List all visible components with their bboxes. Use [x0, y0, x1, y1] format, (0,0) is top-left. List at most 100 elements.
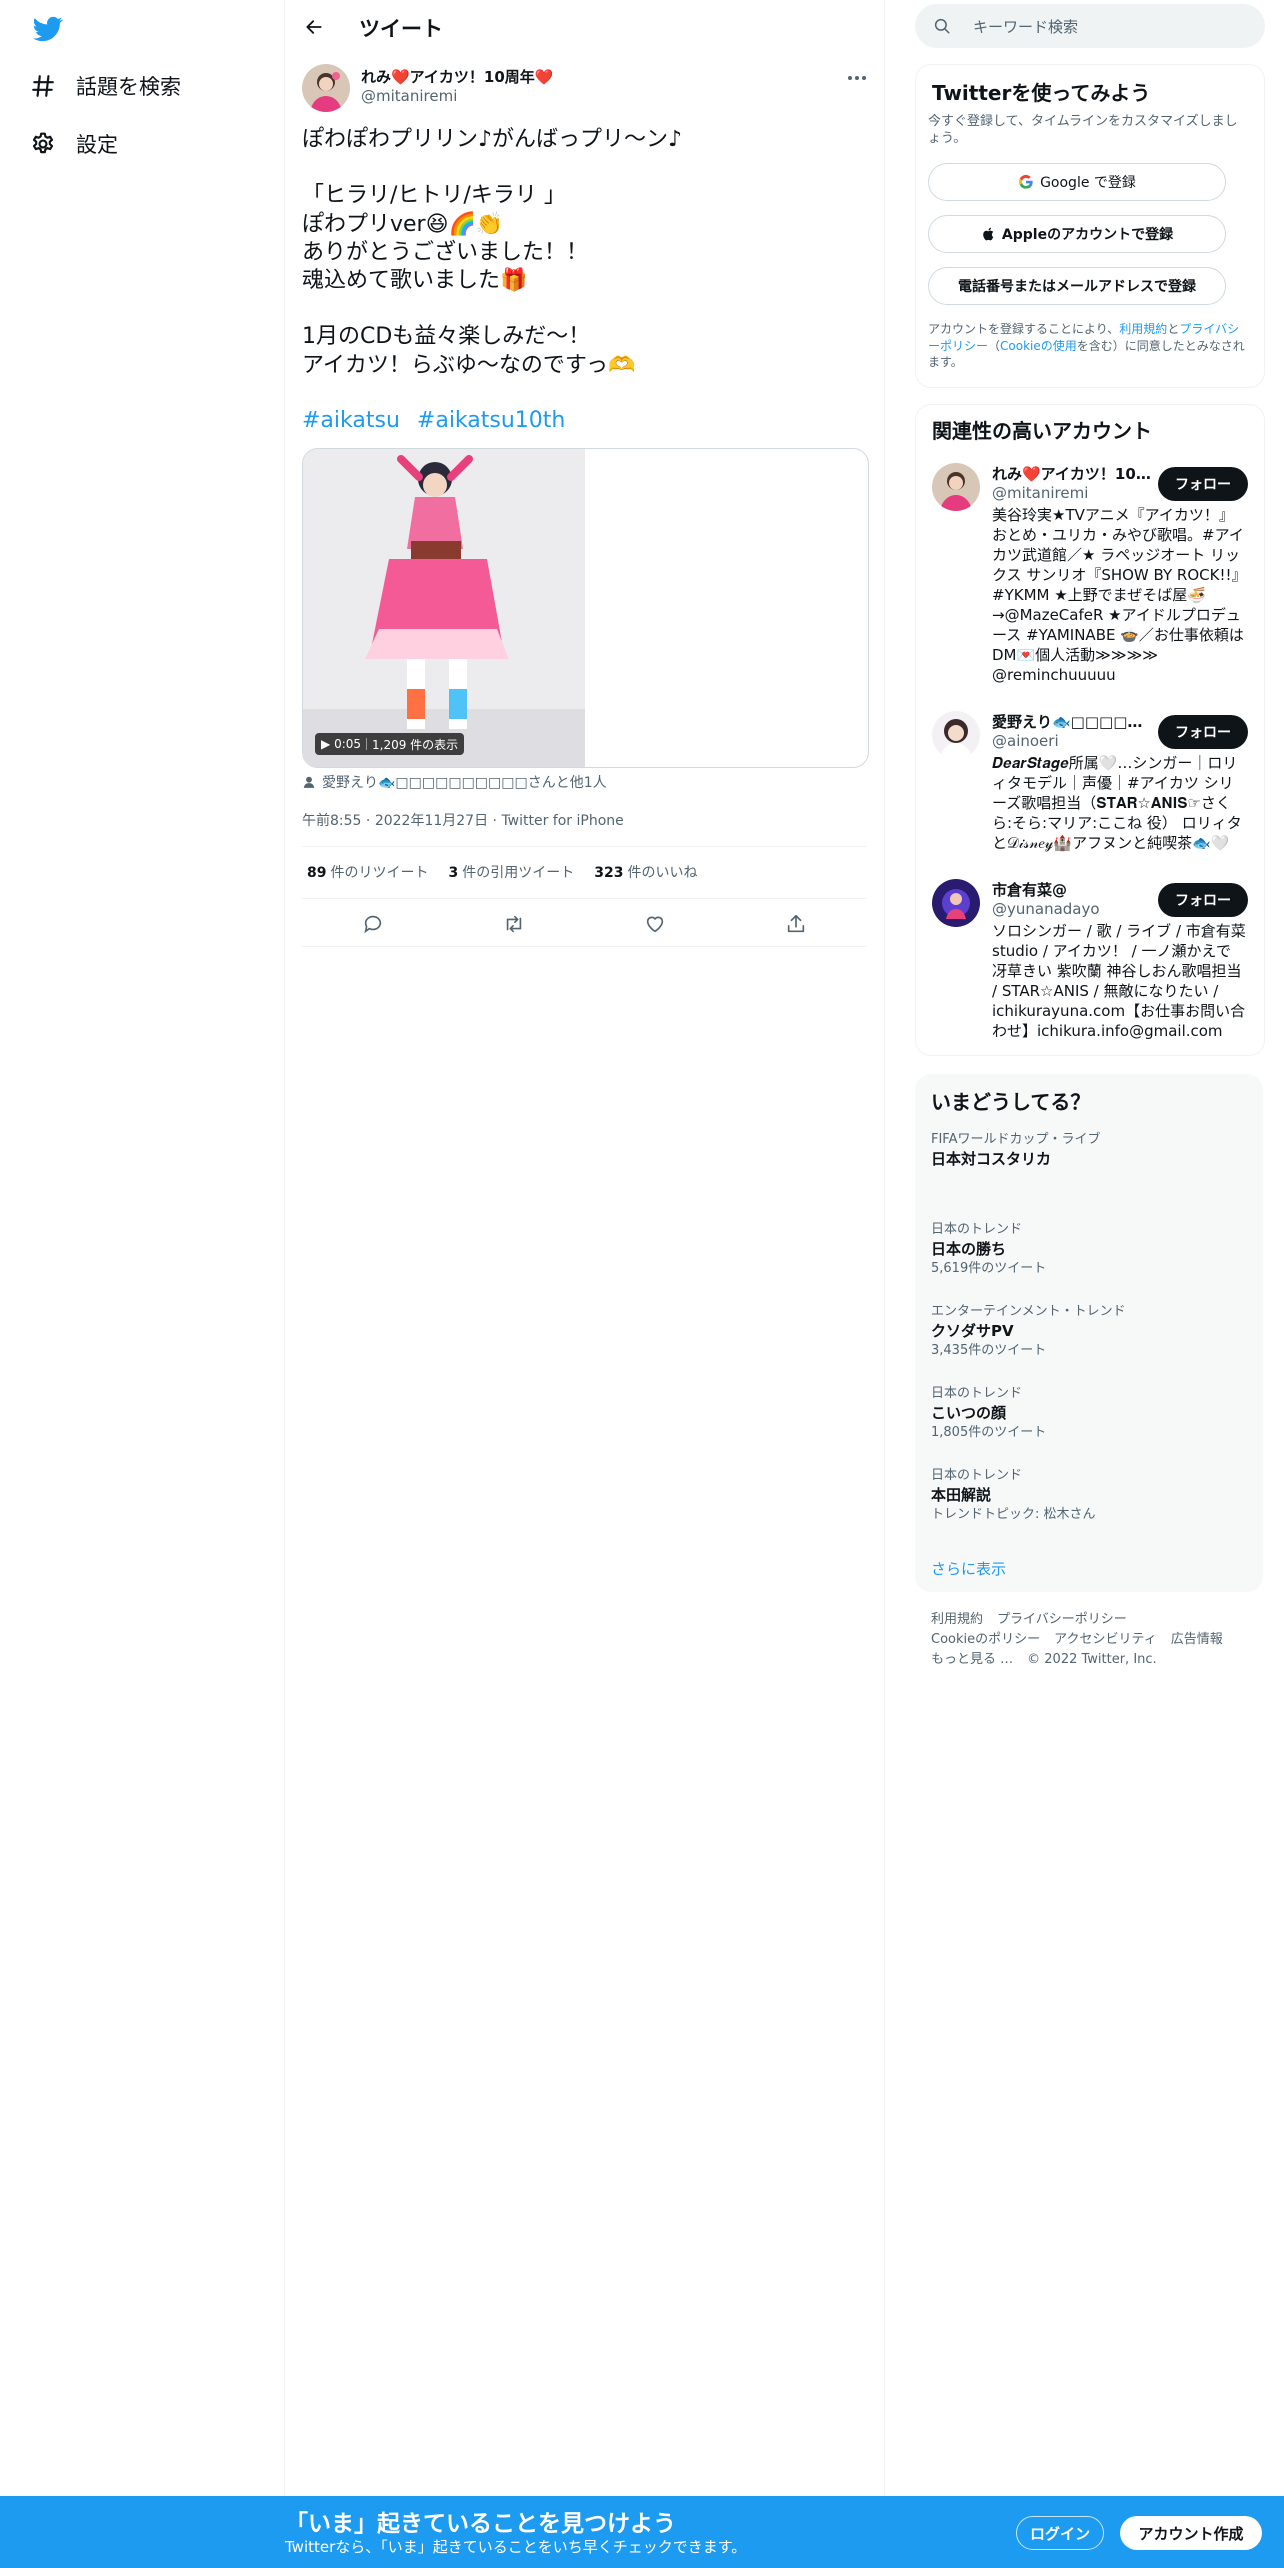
- retweets-count: 89: [307, 865, 327, 881]
- gear-icon: [32, 132, 54, 154]
- tweet-date[interactable]: 2022年11月27日: [375, 813, 488, 829]
- quotes-label: 件の引用ツイート: [462, 865, 575, 881]
- divider: [302, 946, 867, 947]
- copyright: © 2022 Twitter, Inc.: [1027, 1652, 1157, 1667]
- account-handle[interactable]: @yunanadayo: [992, 900, 1100, 918]
- reply-icon[interactable]: [355, 906, 391, 942]
- footer-link[interactable]: もっと見る …: [931, 1652, 1013, 1667]
- footer-link[interactable]: アクセシビリティ: [1054, 1632, 1157, 1647]
- avatar[interactable]: [932, 711, 980, 759]
- account-bio: ソロシンガー / 歌 / ライブ / 市倉有菜studio / アイカツ！ / …: [992, 922, 1246, 1040]
- author-handle[interactable]: @mitaniremi: [361, 87, 457, 105]
- apple-icon: [983, 227, 994, 241]
- hashtag-link[interactable]: #aikatsu10th: [417, 408, 565, 433]
- video-views: 1,209 件の表示: [372, 737, 459, 752]
- trend-count: 5,619件のツイート: [931, 1261, 1047, 1276]
- footer-link[interactable]: プライバシーポリシー: [997, 1612, 1127, 1627]
- author-name[interactable]: れみ❤️アイカツ！10周年❤️: [361, 66, 553, 87]
- like-icon[interactable]: [637, 906, 673, 942]
- trend-item[interactable]: 日本のトレンド 本田解説 トレンドトピック: 松木さん: [931, 1468, 1251, 1524]
- likes-label: 件のいいね: [627, 865, 698, 881]
- account-handle[interactable]: @mitaniremi: [992, 484, 1088, 502]
- retweet-icon[interactable]: [496, 906, 532, 942]
- trend-item[interactable]: 日本のトレンド 日本の勝ち 5,619件のツイート: [931, 1222, 1251, 1278]
- trend-context: 日本のトレンド: [931, 1222, 1023, 1237]
- apple-signup-button[interactable]: Appleのアカウントで登録: [928, 215, 1226, 253]
- trend-context: FIFAワールドカップ・ライブ: [931, 1132, 1101, 1147]
- follow-button[interactable]: フォロー: [1158, 467, 1248, 501]
- legal-prefix: アカウントを登録することにより、: [928, 322, 1120, 336]
- follow-button[interactable]: フォロー: [1158, 883, 1248, 917]
- signup-button[interactable]: アカウント作成: [1120, 2516, 1262, 2550]
- author-avatar[interactable]: [302, 64, 350, 112]
- left-nav: 話題を検索 設定: [0, 0, 285, 2496]
- divider: [302, 846, 867, 847]
- retweets-label: 件のリツイート: [330, 865, 429, 881]
- account-handle[interactable]: @ainoeri: [992, 732, 1059, 750]
- account-name[interactable]: れみ❤️アイカツ！10周年❤️: [992, 463, 1152, 484]
- footer-links: 利用規約 プライバシーポリシー Cookieのポリシー アクセシビリティ 広告情報 も…: [931, 1610, 1251, 1670]
- account-bio: 𝑫𝒆𝒂𝒓𝑺𝒕𝒂𝒈𝒆所属🤍…シンガー｜ロリィタモデル｜声優｜#アイカツ シリーズ歌…: [992, 754, 1242, 852]
- account-name[interactable]: 市倉有菜@: [992, 879, 1152, 900]
- likes-stat[interactable]: 323 件のいいね: [594, 862, 697, 882]
- twitter-bird-icon[interactable]: [32, 14, 64, 44]
- nav-item-settings-label: 設定: [76, 133, 118, 157]
- tagged-users[interactable]: 愛野えり🐟□□□□□□□□□□さんと他1人: [302, 772, 607, 792]
- avatar[interactable]: [932, 879, 980, 927]
- tweet-meta: 午前8:55 · 2022年11月27日 · Twitter for iPhon…: [302, 813, 624, 829]
- trend-count: 3,435件のツイート: [931, 1343, 1047, 1358]
- trend-context: 日本のトレンド: [931, 1386, 1023, 1401]
- apple-signup-label: Appleのアカウントで登録: [1001, 227, 1174, 243]
- trend-count: トレンドトピック: 松木さん: [931, 1507, 1096, 1522]
- signup-subtitle: 今すぐ登録して、タイムラインをカスタマイズしましょう。: [928, 114, 1238, 146]
- user-icon: [303, 776, 315, 788]
- footer-link[interactable]: 利用規約: [931, 1612, 983, 1627]
- follow-button[interactable]: フォロー: [1158, 715, 1248, 749]
- bottom-bar-title: 「いま」起きていることを見つけよう: [285, 2511, 676, 2537]
- quotes-count: 3: [448, 865, 459, 881]
- play-icon: ▶: [321, 737, 331, 751]
- tweet-header: ツイート: [285, 0, 884, 54]
- avatar[interactable]: [932, 463, 980, 511]
- trend-item[interactable]: 日本のトレンド こいつの顔 1,805件のツイート: [931, 1386, 1251, 1442]
- show-more-link[interactable]: さらに表示: [931, 1558, 1006, 1579]
- tweet-actions: [302, 906, 867, 942]
- signup-card: Twitterを使ってみよう 今すぐ登録して、タイムラインをカスタマイズしましょ…: [915, 64, 1265, 388]
- phone-email-signup-button[interactable]: 電話番号またはメールアドレスで登録: [928, 267, 1226, 305]
- legal-paren: （: [988, 338, 1001, 353]
- arrow-left-icon[interactable]: [299, 12, 329, 42]
- tagged-users-label: 愛野えり🐟□□□□□□□□□□さんと他1人: [322, 775, 607, 791]
- tweet-video[interactable]: ▶ 0:05 1,209 件の表示: [302, 448, 869, 768]
- cookie-link[interactable]: Cookieの使用: [1000, 339, 1077, 353]
- video-stat: ▶ 0:05 1,209 件の表示: [315, 733, 465, 755]
- more-options-icon[interactable]: [845, 66, 869, 90]
- signup-title: Twitterを使ってみよう: [932, 81, 1151, 105]
- footer-link[interactable]: Cookieのポリシー: [931, 1632, 1040, 1647]
- footer-link[interactable]: 広告情報: [1171, 1632, 1223, 1647]
- tweet-stats: 89 件のリツイート 3 件の引用ツイート 323 件のいいね: [307, 862, 697, 882]
- trend-name: 本田解説: [931, 1486, 992, 1504]
- search-bar[interactable]: [915, 4, 1265, 48]
- phone-email-signup-label: 電話番号またはメールアドレスで登録: [958, 279, 1196, 295]
- tweet-column: ツイート れみ❤️アイカツ！10周年❤️ @mitaniremi ぽわぽわプリリ…: [285, 0, 885, 2496]
- trend-context: 日本のトレンド: [931, 1468, 1023, 1483]
- retweets-stat[interactable]: 89 件のリツイート: [307, 862, 428, 882]
- trend-item[interactable]: FIFAワールドカップ・ライブ 日本対コスタリカ: [931, 1132, 1251, 1170]
- trend-item[interactable]: エンターテインメント・トレンド クソダサPV 3,435件のツイート: [931, 1304, 1251, 1360]
- terms-link[interactable]: 利用規約: [1119, 322, 1167, 336]
- google-signup-button[interactable]: Google で登録: [928, 163, 1226, 201]
- google-signup-label: Google で登録: [1040, 175, 1136, 191]
- hashtag-link[interactable]: #aikatsu: [302, 408, 400, 433]
- account-name[interactable]: 愛野えり🐟□□□□□□□□□□: [992, 711, 1152, 732]
- tweet-hashtags: #aikatsu #aikatsu10th: [302, 408, 575, 433]
- search-input[interactable]: [971, 12, 1245, 42]
- nav-item-settings[interactable]: 設定: [30, 124, 118, 164]
- nav-item-explore[interactable]: 話題を検索: [30, 66, 181, 106]
- likes-count: 323: [594, 865, 624, 881]
- share-icon[interactable]: [778, 906, 814, 942]
- video-thumbnail[interactable]: ▶ 0:05 1,209 件の表示: [303, 449, 585, 767]
- tweet-time[interactable]: 午前8:55: [302, 813, 361, 829]
- signup-legal: アカウントを登録することにより、利用規約とプライバシーポリシー（Cookieの使…: [928, 321, 1250, 371]
- quotes-stat[interactable]: 3 件の引用ツイート: [448, 862, 574, 882]
- login-button[interactable]: ログイン: [1016, 2516, 1104, 2550]
